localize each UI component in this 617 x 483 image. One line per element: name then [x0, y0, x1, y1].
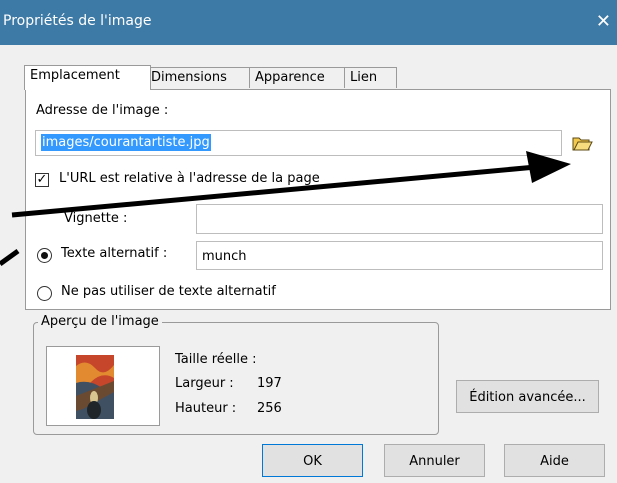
arrow-head-folder — [526, 151, 571, 183]
annotation-arrows — [0, 151, 571, 267]
arrow-to-left-edge — [0, 248, 20, 267]
arrow-to-folder — [11, 164, 537, 218]
